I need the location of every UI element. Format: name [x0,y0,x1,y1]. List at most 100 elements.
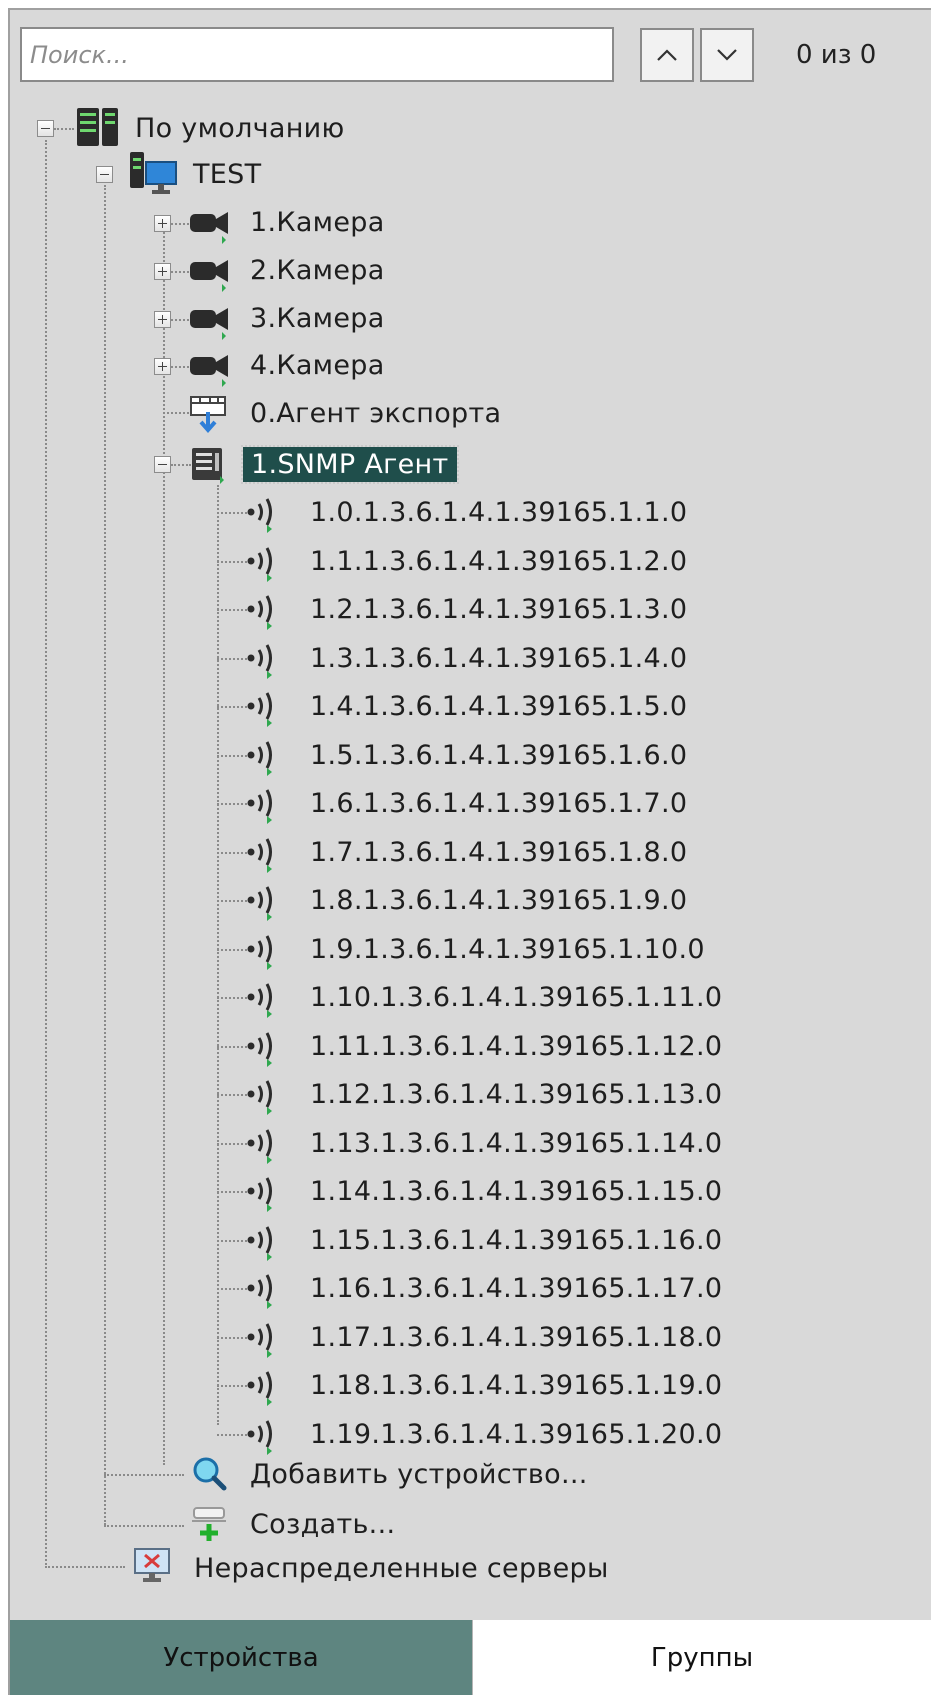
tree-node-snmp-trap[interactable]: 1.13.1.3.6.1.4.1.39165.1.14.0 [310,1121,722,1165]
tree-node-label: 1.4.1.3.6.1.4.1.39165.1.5.0 [310,690,688,722]
tree-node-label: 1.17.1.3.6.1.4.1.39165.1.18.0 [310,1321,723,1353]
tree-node-label: 1.15.1.3.6.1.4.1.39165.1.16.0 [310,1224,723,1256]
create-plus-icon [192,1507,226,1541]
tree-node-snmp-trap[interactable]: 1.3.1.3.6.1.4.1.39165.1.4.0 [310,636,687,680]
snmp-trap-icon [247,1274,272,1309]
snmp-trap-icon [247,1177,272,1212]
expand-camera-toggle[interactable] [154,263,171,280]
camera-icon [190,260,228,292]
tree-node-snmp-agent[interactable]: 1.SNMP Агент [241,442,459,486]
tree-node-snmp-trap[interactable]: 1.2.1.3.6.1.4.1.39165.1.3.0 [310,587,687,631]
tree-node-label: Добавить устройство... [250,1458,588,1490]
snmp-trap-icon [247,1129,272,1164]
tree-node-label: 1.Камера [250,206,385,238]
tree-node-label: 1.12.1.3.6.1.4.1.39165.1.13.0 [310,1078,723,1110]
expand-camera-toggle[interactable] [154,215,171,232]
tree-node-label: 1.11.1.3.6.1.4.1.39165.1.12.0 [310,1030,723,1062]
tree-node-label: 1.18.1.3.6.1.4.1.39165.1.19.0 [310,1369,723,1401]
tree-node-camera[interactable]: 2.Камера [250,248,385,292]
tree-node-snmp-trap[interactable]: 1.9.1.3.6.1.4.1.39165.1.10.0 [310,927,705,971]
snmp-trap-icon [247,595,272,630]
snmp-trap-icon [247,692,272,727]
camera-icon [190,355,228,387]
snmp-trap-icon [247,1420,272,1455]
tree-node-camera[interactable]: 4.Камера [250,343,385,387]
tree-node-label: 1.8.1.3.6.1.4.1.39165.1.9.0 [310,884,688,916]
unassigned-server-icon [134,1548,170,1582]
snmp-trap-icon [247,1080,272,1115]
tree-node-label: 1.9.1.3.6.1.4.1.39165.1.10.0 [310,933,705,965]
tree-node-snmp-trap[interactable]: 1.8.1.3.6.1.4.1.39165.1.9.0 [310,878,687,922]
tree-node-root[interactable]: По умолчанию [135,106,345,150]
tree-node-snmp-trap[interactable]: 1.6.1.3.6.1.4.1.39165.1.7.0 [310,781,687,825]
tree-node-label: 1.7.1.3.6.1.4.1.39165.1.8.0 [310,836,688,868]
tree-node-label: 1.14.1.3.6.1.4.1.39165.1.15.0 [310,1175,723,1207]
tree-node-snmp-trap[interactable]: 1.17.1.3.6.1.4.1.39165.1.18.0 [310,1315,722,1359]
tree-node-add-device[interactable]: Добавить устройство... [250,1452,588,1496]
snmp-trap-icon [247,1323,272,1358]
tree-node-snmp-trap[interactable]: 1.5.1.3.6.1.4.1.39165.1.6.0 [310,733,687,777]
tree-node-label: Создать... [250,1508,396,1540]
tree-node-label: 4.Камера [250,349,385,381]
tree-node-label: 1.10.1.3.6.1.4.1.39165.1.11.0 [310,981,723,1013]
snmp-trap-icon [247,886,272,921]
expand-camera-toggle[interactable] [154,358,171,375]
tree-node-label: TEST [193,158,262,190]
tree-node-label: 1.19.1.3.6.1.4.1.39165.1.20.0 [310,1418,723,1450]
tree-node-camera[interactable]: 1.Камера [250,200,385,244]
tree-node-snmp-trap[interactable]: 1.7.1.3.6.1.4.1.39165.1.8.0 [310,830,687,874]
server-monitor-icon [130,152,177,194]
tree-node-snmp-trap[interactable]: 1.11.1.3.6.1.4.1.39165.1.12.0 [310,1024,722,1068]
tree-node-server[interactable]: TEST [193,152,261,196]
tree-node-camera[interactable]: 3.Камера [250,296,385,340]
tree-node-unassigned-servers[interactable]: Нераспределенные серверы [194,1546,609,1590]
snmp-trap-icon [247,1032,272,1067]
device-tree: По умолчанию TEST 1.Камера 2.Камера 3.Каме… [0,0,931,1620]
tree-node-label: 2.Камера [250,254,385,286]
snmp-trap-icon [247,498,272,533]
server-rack-icon [77,108,118,146]
collapse-server-toggle[interactable] [96,166,113,183]
collapse-root-toggle[interactable] [37,120,54,137]
tree-node-snmp-trap[interactable]: 1.4.1.3.6.1.4.1.39165.1.5.0 [310,684,687,728]
tree-node-label: 1.2.1.3.6.1.4.1.39165.1.3.0 [310,593,688,625]
camera-icon [190,308,228,340]
snmp-trap-icon [247,935,272,970]
tree-node-label: 1.5.1.3.6.1.4.1.39165.1.6.0 [310,739,688,771]
tree-node-snmp-trap[interactable]: 1.10.1.3.6.1.4.1.39165.1.11.0 [310,975,722,1019]
tree-node-create[interactable]: Создать... [250,1502,395,1546]
snmp-trap-icon [247,1371,272,1406]
tree-node-label: 1.6.1.3.6.1.4.1.39165.1.7.0 [310,787,688,819]
tab-devices[interactable]: Устройства [10,1620,472,1695]
tree-node-snmp-trap[interactable]: 1.16.1.3.6.1.4.1.39165.1.17.0 [310,1266,722,1310]
camera-icon [190,212,228,244]
snmp-agent-icon [192,448,224,484]
tree-node-label: По умолчанию [135,112,345,144]
snmp-trap-icon [247,983,272,1018]
tree-node-snmp-trap[interactable]: 1.15.1.3.6.1.4.1.39165.1.16.0 [310,1218,722,1262]
tree-node-snmp-trap[interactable]: 1.1.1.3.6.1.4.1.39165.1.2.0 [310,539,687,583]
snmp-trap-icon [247,741,272,776]
tree-node-snmp-trap[interactable]: 1.19.1.3.6.1.4.1.39165.1.20.0 [310,1412,722,1456]
tree-node-label: 1.3.1.3.6.1.4.1.39165.1.4.0 [310,642,688,674]
tree-node-snmp-trap[interactable]: 1.0.1.3.6.1.4.1.39165.1.1.0 [310,490,687,534]
tree-node-label: 1.SNMP Агент [241,444,459,484]
expand-camera-toggle[interactable] [154,311,171,328]
snmp-trap-icon [247,644,272,679]
tree-node-label: 1.16.1.3.6.1.4.1.39165.1.17.0 [310,1272,723,1304]
tree-node-snmp-trap[interactable]: 1.14.1.3.6.1.4.1.39165.1.15.0 [310,1169,722,1213]
tree-node-label: 1.13.1.3.6.1.4.1.39165.1.14.0 [310,1127,723,1159]
tree-node-label: Нераспределенные серверы [194,1552,609,1584]
tree-node-snmp-trap[interactable]: 1.18.1.3.6.1.4.1.39165.1.19.0 [310,1363,722,1407]
tree-node-label: 3.Камера [250,302,385,334]
tab-groups[interactable]: Группы [472,1620,931,1695]
tree-node-label: 1.0.1.3.6.1.4.1.39165.1.1.0 [310,496,688,528]
magnifier-icon [193,1457,227,1491]
tree-node-label: 1.1.1.3.6.1.4.1.39165.1.2.0 [310,545,688,577]
tree-node-snmp-trap[interactable]: 1.12.1.3.6.1.4.1.39165.1.13.0 [310,1072,722,1116]
collapse-snmp-toggle[interactable] [154,456,171,473]
tree-node-export-agent[interactable]: 0.Агент экспорта [250,391,501,435]
export-agent-icon [190,396,226,434]
snmp-trap-icon [247,1226,272,1261]
snmp-trap-icon [247,547,272,582]
